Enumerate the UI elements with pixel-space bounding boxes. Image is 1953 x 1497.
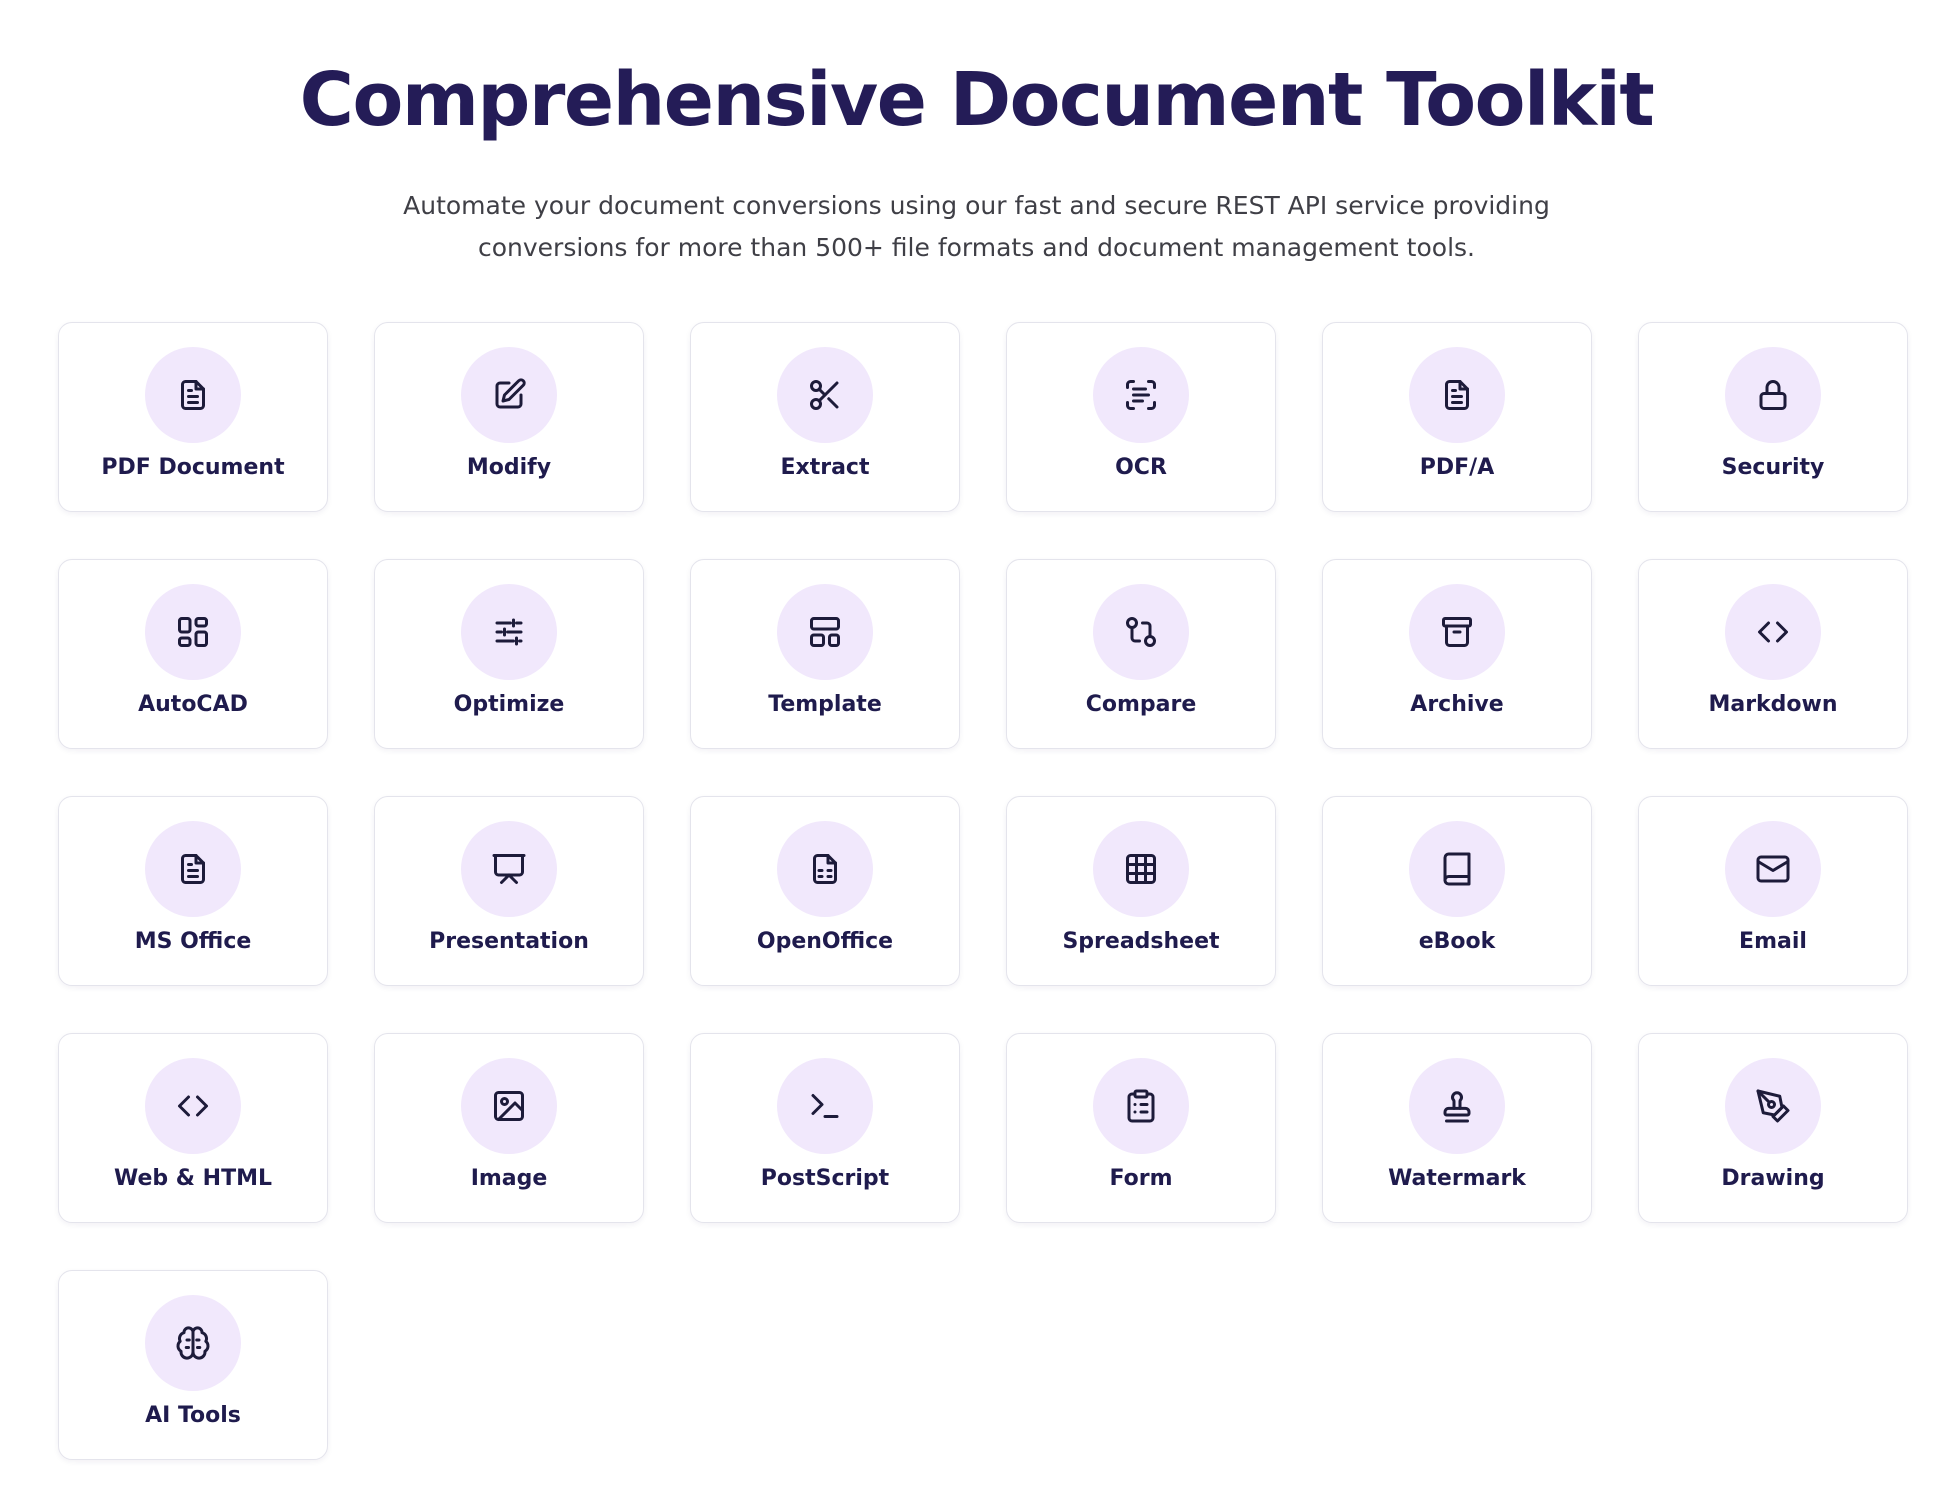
presentation-icon — [461, 821, 557, 917]
edit-icon — [461, 347, 557, 443]
tool-card-label: AI Tools — [145, 1403, 241, 1428]
tool-card-label: PDF/A — [1419, 455, 1495, 480]
tool-card-label: Form — [1109, 1166, 1173, 1191]
file-text-icon — [1409, 347, 1505, 443]
lock-icon — [1725, 347, 1821, 443]
tool-card-ebook[interactable]: eBook — [1322, 796, 1592, 986]
mail-icon — [1725, 821, 1821, 917]
tool-card-presentation[interactable]: Presentation — [374, 796, 644, 986]
tool-card-archive[interactable]: Archive — [1322, 559, 1592, 749]
tool-card-label: Spreadsheet — [1062, 929, 1220, 954]
clipboard-list-icon — [1093, 1058, 1189, 1154]
page-title: Comprehensive Document Toolkit — [299, 57, 1655, 143]
tool-card-label: OCR — [1115, 455, 1167, 480]
tool-card-pdf-a[interactable]: PDF/A — [1322, 322, 1592, 512]
stamp-icon — [1409, 1058, 1505, 1154]
tool-card-label: PDF Document — [101, 455, 285, 480]
tool-card-image[interactable]: Image — [374, 1033, 644, 1223]
image-icon — [461, 1058, 557, 1154]
sliders-icon — [461, 584, 557, 680]
tool-card-spreadsheet[interactable]: Spreadsheet — [1006, 796, 1276, 986]
scan-text-icon — [1093, 347, 1189, 443]
tool-card-label: Presentation — [429, 929, 589, 954]
tool-card-label: Compare — [1085, 692, 1197, 717]
tool-card-security[interactable]: Security — [1638, 322, 1908, 512]
subtitle-line-2: conversions for more than 500+ file form… — [477, 233, 1475, 262]
tool-card-ocr[interactable]: OCR — [1006, 322, 1276, 512]
file-text-icon — [145, 347, 241, 443]
toolkit-page: Comprehensive Document Toolkit Automate … — [0, 0, 1953, 1497]
tool-card-modify[interactable]: Modify — [374, 322, 644, 512]
tool-card-label: Web & HTML — [114, 1166, 272, 1191]
tool-card-label: eBook — [1418, 929, 1496, 954]
tool-card-form[interactable]: Form — [1006, 1033, 1276, 1223]
tool-card-openoffice[interactable]: OpenOffice — [690, 796, 960, 986]
tool-card-web-html[interactable]: Web & HTML — [58, 1033, 328, 1223]
tool-card-email[interactable]: Email — [1638, 796, 1908, 986]
pen-tool-icon — [1725, 1058, 1821, 1154]
tool-card-label: OpenOffice — [756, 929, 894, 954]
git-compare-icon — [1093, 584, 1189, 680]
tool-card-label: Image — [470, 1166, 548, 1191]
layout-icon — [145, 584, 241, 680]
tool-card-label: Security — [1721, 455, 1825, 480]
tool-card-template[interactable]: Template — [690, 559, 960, 749]
subtitle-line-1: Automate your document conversions using… — [403, 191, 1550, 220]
code-icon — [145, 1058, 241, 1154]
code-icon — [1725, 584, 1821, 680]
tool-card-watermark[interactable]: Watermark — [1322, 1033, 1592, 1223]
terminal-icon — [777, 1058, 873, 1154]
table-icon — [1093, 821, 1189, 917]
tool-card-markdown[interactable]: Markdown — [1638, 559, 1908, 749]
tool-card-ai-tools[interactable]: AI Tools — [58, 1270, 328, 1460]
tool-card-label: AutoCAD — [138, 692, 248, 717]
tool-grid: PDF Document Modify Extract OCR PDF/A Securit… — [58, 322, 1914, 1460]
tool-card-label: Template — [768, 692, 882, 717]
tool-card-autocad[interactable]: AutoCAD — [58, 559, 328, 749]
brain-icon — [145, 1295, 241, 1391]
tool-card-compare[interactable]: Compare — [1006, 559, 1276, 749]
tool-card-label: Optimize — [453, 692, 565, 717]
tool-card-ms-office[interactable]: MS Office — [58, 796, 328, 986]
tool-card-label: MS Office — [134, 929, 252, 954]
file-text-icon — [145, 821, 241, 917]
tool-card-label: PostScript — [760, 1166, 890, 1191]
tool-card-label: Watermark — [1388, 1166, 1526, 1191]
tool-card-label: Modify — [466, 455, 552, 480]
archive-icon — [1409, 584, 1505, 680]
tool-card-postscript[interactable]: PostScript — [690, 1033, 960, 1223]
template-icon — [777, 584, 873, 680]
tool-card-label: Extract — [780, 455, 870, 480]
tool-card-label: Email — [1739, 929, 1807, 954]
scissors-icon — [777, 347, 873, 443]
book-icon — [1409, 821, 1505, 917]
tool-card-label: Markdown — [1708, 692, 1838, 717]
page-subtitle: Automate your document conversions using… — [0, 185, 1953, 269]
tool-card-pdf-document[interactable]: PDF Document — [58, 322, 328, 512]
tool-card-label: Drawing — [1721, 1166, 1825, 1191]
tool-card-extract[interactable]: Extract — [690, 322, 960, 512]
tool-card-optimize[interactable]: Optimize — [374, 559, 644, 749]
file-spreadsheet-icon — [777, 821, 873, 917]
tool-card-drawing[interactable]: Drawing — [1638, 1033, 1908, 1223]
tool-card-label: Archive — [1410, 692, 1504, 717]
